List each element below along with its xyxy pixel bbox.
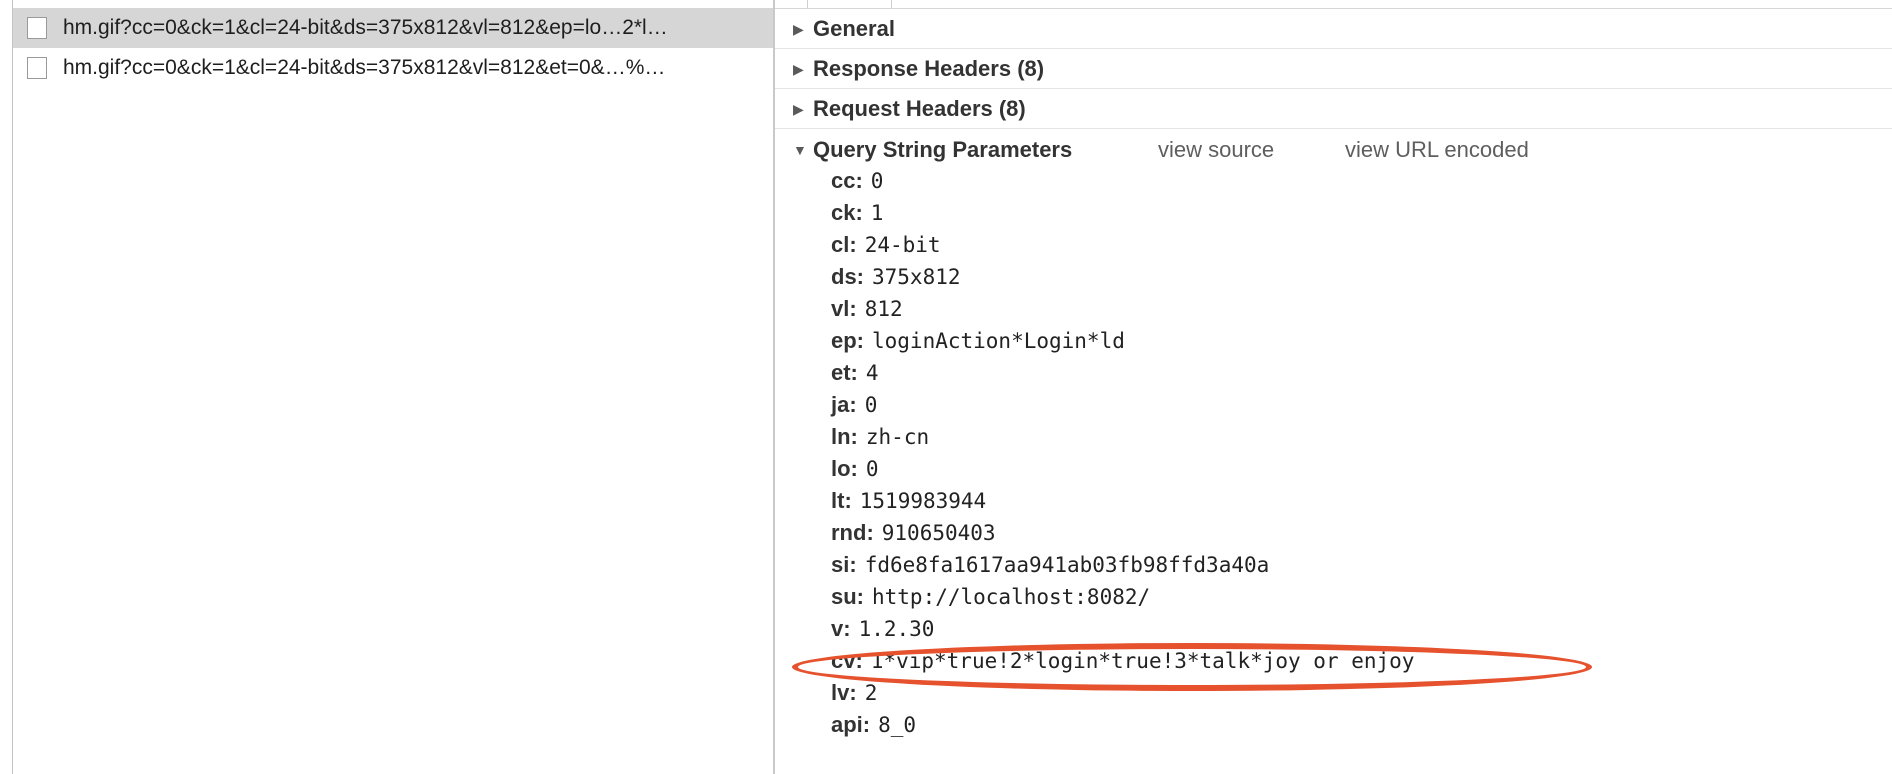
param-key: ja: [831,392,857,417]
param-key: su: [831,584,864,609]
query-param-row: vl: 812 [831,296,903,328]
disclosure-triangle-icon: ▼ [793,141,807,158]
section-request-headers[interactable]: ▶ Request Headers (8) [775,90,1892,129]
param-key: si: [831,552,857,577]
section-title: Response Headers (8) [813,56,1045,81]
query-param-row: v: 1.2.30 [831,616,934,648]
query-param-row: cc: 0 [831,168,883,200]
param-value: loginAction*Login*ld [872,329,1125,353]
query-param-row: ck: 1 [831,200,883,232]
param-value: fd6e8fa1617aa941ab03fb98ffd3a40a [864,553,1270,577]
disclosure-triangle-icon: ▶ [793,60,804,77]
param-value: 2 [864,681,878,705]
param-value: 0 [864,393,878,417]
param-key: cl: [831,232,857,257]
request-details-pane: ▶ General ▶ Response Headers (8) ▶ Reque… [775,0,1892,774]
section-title: Request Headers (8) [813,96,1026,121]
param-value: 0 [865,457,879,481]
tab-divider [807,0,808,8]
query-param-row: et: 4 [831,360,879,392]
param-key: cv: [831,648,863,673]
section-query-string-parameters[interactable]: ▼ Query String Parameters view source vi… [775,130,1892,169]
query-param-row: su: http://localhost:8082/ [831,584,1150,616]
param-value: 375x812 [872,265,961,289]
param-key: lv: [831,680,857,705]
param-value: http://localhost:8082/ [872,585,1151,609]
param-key: et: [831,360,858,385]
query-param-row: si: fd6e8fa1617aa941ab03fb98ffd3a40a [831,552,1269,584]
query-param-row: ja: 0 [831,392,877,424]
section-title: General [813,16,895,41]
section-title: Query String Parameters [813,136,1073,162]
query-param-row: cv: 1*vip*true!2*login*true!3*talk*joy or… [831,648,1414,680]
param-key: cc: [831,168,863,193]
param-key: api: [831,712,871,737]
request-row[interactable]: hm.gif?cc=0&ck=1&cl=24-bit&ds=375x812&vl… [13,48,773,88]
section-general[interactable]: ▶ General [775,10,1892,49]
query-param-row: ln: zh-cn [831,424,929,456]
request-list: hm.gif?cc=0&ck=1&cl=24-bit&ds=375x812&vl… [13,0,773,774]
view-source-link[interactable]: view source [1158,137,1274,163]
param-key: ck: [831,200,863,225]
query-param-row: api: 8_0 [831,712,916,744]
query-param-row: ep: loginAction*Login*ld [831,328,1125,360]
query-param-row: lt: 1519983944 [831,488,986,520]
request-checkbox[interactable] [27,17,47,39]
query-param-row: lo: 0 [831,456,879,488]
param-value: 812 [864,297,903,321]
param-key: v: [831,616,851,641]
param-value: 1 [870,201,884,225]
section-response-headers[interactable]: ▶ Response Headers (8) [775,50,1892,89]
request-name: hm.gif?cc=0&ck=1&cl=24-bit&ds=375x812&vl… [63,16,668,39]
param-key: lt: [831,488,852,513]
request-row[interactable]: hm.gif?cc=0&ck=1&cl=24-bit&ds=375x812&vl… [13,8,773,48]
param-key: vl: [831,296,857,321]
param-key: ep: [831,328,864,353]
param-value: 1*vip*true!2*login*true!3*talk*joy or en… [870,649,1415,673]
query-param-row: cl: 24-bit [831,232,941,264]
query-param-row: lv: 2 [831,680,877,712]
param-key: ln: [831,424,858,449]
details-tab-strip [775,0,1892,9]
disclosure-triangle-icon: ▶ [793,20,804,37]
disclosure-triangle-icon: ▶ [793,100,804,117]
param-key: lo: [831,456,858,481]
param-value: 24-bit [864,233,941,257]
request-checkbox[interactable] [27,57,47,79]
param-value: 4 [865,361,879,385]
param-key: ds: [831,264,864,289]
request-name: hm.gif?cc=0&ck=1&cl=24-bit&ds=375x812&vl… [63,56,666,79]
param-key: rnd: [831,520,874,545]
tab-divider [891,0,892,8]
param-value: 8_0 [878,713,917,737]
param-value: zh-cn [865,425,930,449]
query-param-row: ds: 375x812 [831,264,961,296]
param-value: 910650403 [881,521,996,545]
window-left-edge [0,0,13,774]
query-param-row: rnd: 910650403 [831,520,996,552]
param-value: 0 [870,169,884,193]
param-value: 1.2.30 [858,617,935,641]
param-value: 1519983944 [859,489,987,513]
view-url-encoded-link[interactable]: view URL encoded [1345,137,1529,163]
